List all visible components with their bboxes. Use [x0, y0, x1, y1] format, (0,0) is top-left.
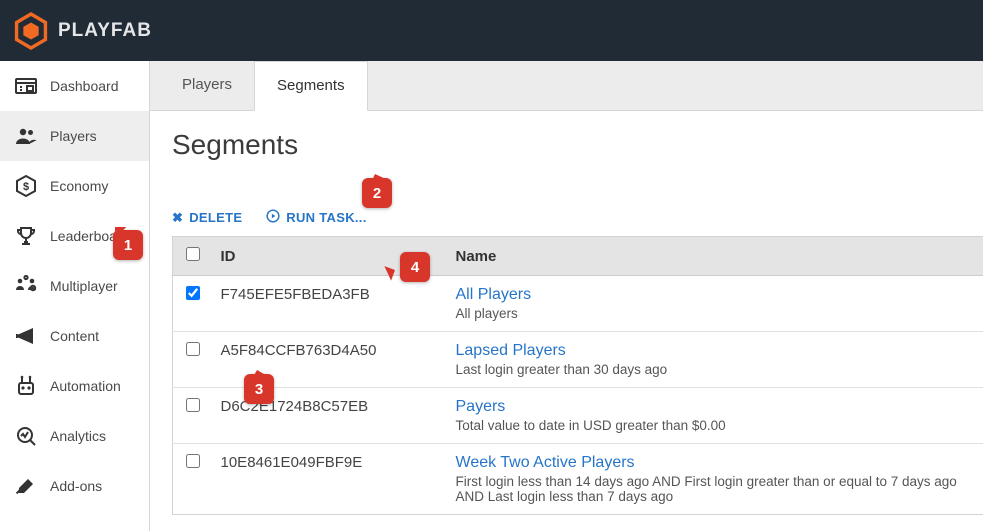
select-all-checkbox[interactable] — [186, 247, 200, 261]
row-checkbox-cell — [173, 388, 213, 444]
callout-4: 4 — [400, 252, 430, 282]
sidebar-item-label: Content — [50, 328, 99, 344]
segment-name-link[interactable]: Week Two Active Players — [456, 454, 976, 472]
players-icon — [14, 124, 38, 148]
row-checkbox[interactable] — [186, 342, 200, 356]
tab-players[interactable]: Players — [160, 61, 254, 111]
segment-description: Total value to date in USD greater than … — [456, 418, 976, 433]
addons-icon — [14, 474, 38, 498]
analytics-icon — [14, 424, 38, 448]
sidebar-item-label: Economy — [50, 178, 108, 194]
page-title: Segments — [172, 129, 983, 161]
segment-name-link[interactable]: Lapsed Players — [456, 342, 976, 360]
table-header-row: ID Name — [173, 237, 983, 276]
multiplayer-icon — [14, 274, 38, 298]
content-icon — [14, 324, 38, 348]
sidebar-item-label: Dashboard — [50, 78, 119, 94]
sidebar-item-addons[interactable]: Add-ons — [0, 461, 149, 511]
sidebar-item-analytics[interactable]: Analytics — [0, 411, 149, 461]
segment-cell: Week Two Active Players First login less … — [448, 444, 983, 515]
table-row: A5F84CCFB763D4A50Lapsed PlayersLast logi… — [173, 332, 983, 388]
header-name[interactable]: Name — [448, 237, 983, 276]
table-row: D6C2E1724B8C57EBPayersTotal value to dat… — [173, 388, 983, 444]
header-checkbox-cell — [173, 237, 213, 276]
segment-cell: All Players All players — [448, 276, 983, 332]
segment-name-link[interactable]: All Players — [456, 286, 976, 304]
automation-icon — [14, 374, 38, 398]
sidebar-item-label: Players — [50, 128, 97, 144]
sidebar-item-content[interactable]: Content — [0, 311, 149, 361]
row-checkbox[interactable] — [186, 398, 200, 412]
sidebar: Dashboard Players $ Economy Leaderboards… — [0, 61, 150, 531]
sidebar-item-dashboard[interactable]: Dashboard — [0, 61, 149, 111]
segment-name-link[interactable]: Payers — [456, 398, 976, 416]
app-header: PLAYFAB — [0, 0, 983, 61]
row-checkbox[interactable] — [186, 286, 200, 300]
segment-id: 10E8461E049FBF9E — [213, 444, 448, 515]
sidebar-item-players[interactable]: Players — [0, 111, 149, 161]
svg-text:$: $ — [23, 181, 29, 193]
play-icon — [266, 209, 280, 226]
tabs-bar: Players Segments — [150, 61, 983, 111]
brand-text: PLAYFAB — [58, 20, 152, 42]
run-task-label: RUN TASK... — [286, 210, 366, 225]
dashboard-icon — [14, 74, 38, 98]
segment-description: First login less than 14 days ago AND Fi… — [456, 474, 976, 504]
row-checkbox-cell — [173, 276, 213, 332]
sidebar-item-economy[interactable]: $ Economy — [0, 161, 149, 211]
brand-block[interactable]: PLAYFAB — [14, 12, 152, 50]
tab-segments[interactable]: Segments — [254, 61, 368, 111]
row-checkbox-cell — [173, 332, 213, 388]
run-task-button[interactable]: RUN TASK... — [266, 209, 366, 226]
delete-icon: ✖ — [172, 210, 183, 226]
callout-1: 1 — [113, 230, 143, 260]
sidebar-item-label: Add-ons — [50, 478, 102, 494]
sidebar-item-label: Multiplayer — [50, 278, 118, 294]
table-row: F745EFE5FBEDA3FB All Players All players — [173, 276, 983, 332]
segment-description: Last login greater than 30 days ago — [456, 362, 976, 377]
playfab-logo-icon — [14, 12, 48, 50]
segment-description: All players — [456, 306, 976, 321]
sidebar-item-label: Analytics — [50, 428, 106, 444]
delete-label: DELETE — [189, 210, 242, 225]
sidebar-item-automation[interactable]: Automation — [0, 361, 149, 411]
sidebar-item-label: Automation — [50, 378, 121, 394]
action-bar: ✖ DELETE RUN TASK... — [172, 209, 983, 226]
segment-cell: Payers Total value to date in USD greater… — [448, 388, 983, 444]
economy-icon: $ — [14, 174, 38, 198]
table-row: 10E8461E049FBF9E Week Two Active Players F… — [173, 444, 983, 515]
segment-cell: Lapsed Players Last login greater than 30… — [448, 332, 983, 388]
callout-2: 2 — [362, 178, 392, 208]
delete-button[interactable]: ✖ DELETE — [172, 209, 242, 226]
row-checkbox[interactable] — [186, 454, 200, 468]
segment-id: F745EFE5FBEDA3FB — [213, 276, 448, 332]
segments-table: ID Name F745EFE5FBEDA3FB All Players All p… — [172, 236, 983, 515]
row-checkbox-cell — [173, 444, 213, 515]
leaderboards-icon — [14, 224, 38, 248]
sidebar-item-multiplayer[interactable]: Multiplayer — [0, 261, 149, 311]
callout-3: 3 — [244, 374, 274, 404]
main-content: Players Segments Segments ✖ DELETE RUN T… — [150, 61, 983, 531]
